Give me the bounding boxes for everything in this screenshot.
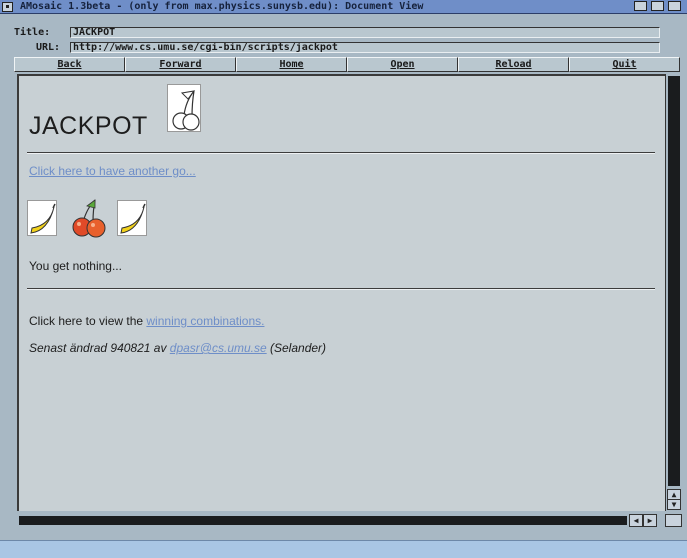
reload-button-label: Reload: [495, 59, 532, 70]
page-heading: JACKPOT: [29, 112, 148, 140]
signature-prefix: Senast ändrad 940821 av: [29, 341, 170, 355]
vertical-scroll-thumb[interactable]: [668, 76, 680, 486]
divider-bottom: [27, 288, 655, 290]
open-button-label: Open: [390, 59, 415, 70]
status-bar: [0, 540, 687, 558]
url-label: URL:: [36, 42, 61, 53]
back-button-label: Back: [57, 59, 82, 70]
scroll-down-arrow-icon[interactable]: ▼: [667, 499, 681, 510]
reel-1-banana-icon: [27, 200, 57, 236]
another-go-link-row: Click here to have another go...: [29, 164, 196, 178]
document-view[interactable]: JACKPOT Click here to have another go...: [17, 74, 665, 511]
cherries-icon: [167, 84, 201, 132]
url-row: URL: http://www.cs.umu.se/cgi-bin/script…: [0, 41, 687, 54]
title-label: Title:: [14, 27, 51, 38]
title-row: Title: JACKPOT: [0, 26, 687, 39]
nav-toolbar: Back Forward Home Open Reload Quit: [14, 57, 680, 72]
zoom-gadget-icon[interactable]: [651, 1, 664, 11]
view-combinations-row: Click here to view the winning combinati…: [29, 314, 264, 328]
scroll-left-arrow-icon[interactable]: ◀: [629, 514, 643, 527]
signature-email-link[interactable]: dpasr@cs.umu.se: [170, 341, 267, 355]
window-title: AMosaic 1.3beta - (only from max.physics…: [20, 1, 424, 12]
reel-2-cherries-icon: [71, 198, 107, 238]
home-button[interactable]: Home: [236, 57, 347, 72]
resize-gadget-icon[interactable]: [668, 1, 681, 11]
reel-3-banana-icon: [117, 200, 147, 236]
another-go-link[interactable]: Click here to have another go...: [29, 164, 196, 178]
forward-button[interactable]: Forward: [125, 57, 236, 72]
divider-top: [27, 152, 655, 154]
depth-gadget-icon[interactable]: [634, 1, 647, 11]
reload-button[interactable]: Reload: [458, 57, 569, 72]
title-field: JACKPOT: [70, 27, 660, 38]
result-text: You get nothing...: [29, 259, 122, 273]
view-prefix-text: Click here to view the: [29, 314, 147, 328]
back-button[interactable]: Back: [14, 57, 125, 72]
quit-button[interactable]: Quit: [569, 57, 680, 72]
vertical-scrollbar[interactable]: ▲ ▼: [665, 74, 682, 511]
window-title-bar[interactable]: AMosaic 1.3beta - (only from max.physics…: [0, 0, 687, 14]
signature-line: Senast ändrad 940821 av dpasr@cs.umu.se …: [29, 341, 326, 355]
forward-button-label: Forward: [159, 59, 202, 70]
resize-corner-icon[interactable]: [665, 514, 682, 527]
open-button[interactable]: Open: [347, 57, 458, 72]
quit-button-label: Quit: [612, 59, 637, 70]
scroll-right-arrow-icon[interactable]: ▶: [643, 514, 657, 527]
horizontal-scrollbar[interactable]: ◀ ▶: [17, 514, 665, 527]
winning-combinations-link[interactable]: winning combinations.: [146, 314, 264, 328]
signature-suffix: (Selander): [266, 341, 327, 355]
horizontal-scroll-thumb[interactable]: [19, 516, 627, 525]
home-button-label: Home: [279, 59, 304, 70]
url-input[interactable]: http://www.cs.umu.se/cgi-bin/scripts/jac…: [70, 42, 660, 53]
close-gadget-icon[interactable]: [2, 2, 13, 12]
